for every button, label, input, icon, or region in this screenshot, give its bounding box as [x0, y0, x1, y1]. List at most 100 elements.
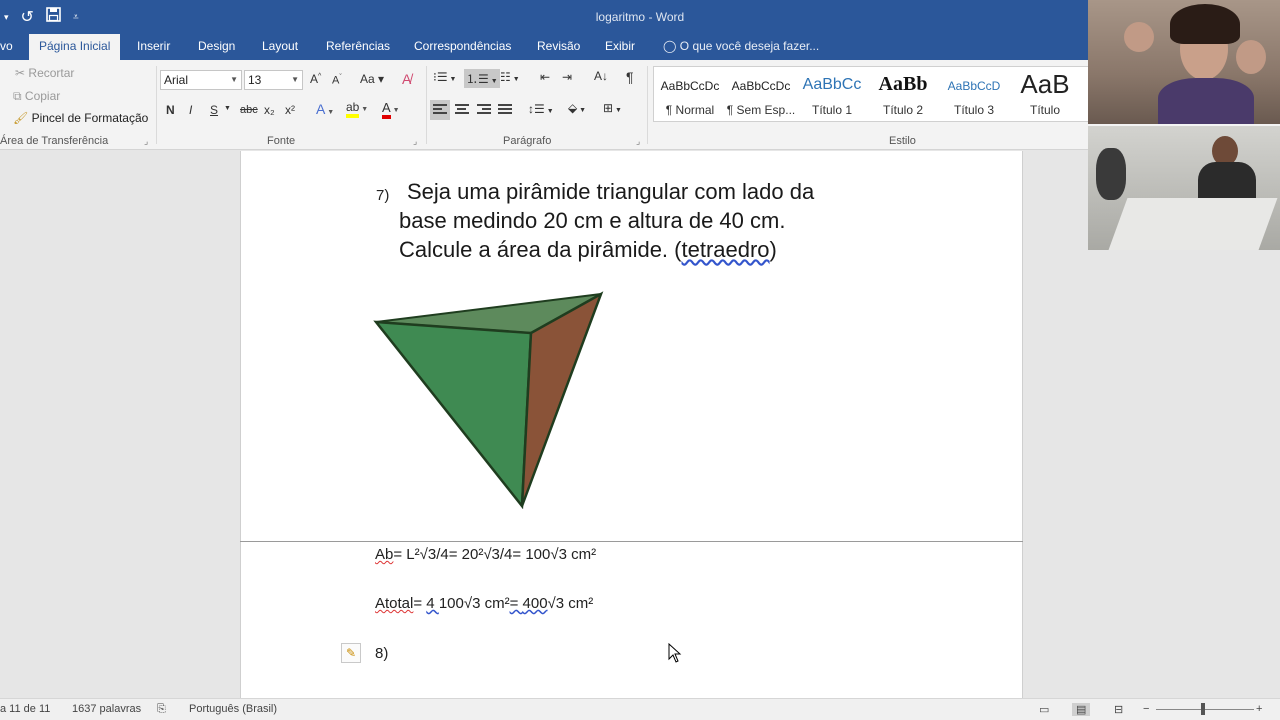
decrease-indent-icon[interactable]: ⇤: [540, 70, 550, 84]
tab-references[interactable]: Referências: [326, 34, 390, 60]
presenter-shirt: [1158, 78, 1254, 124]
line-spacing-icon[interactable]: ↕☰ ▼: [528, 102, 554, 116]
tab-insert[interactable]: Inserir: [137, 34, 170, 60]
read-mode-icon[interactable]: ▭: [1039, 703, 1049, 716]
tab-review[interactable]: Revisão: [537, 34, 580, 60]
underline-dropdown-icon[interactable]: ▼: [224, 105, 231, 112]
tab-layout[interactable]: Layout: [262, 34, 298, 60]
styles-group-label: Estilo: [889, 135, 916, 147]
tab-file[interactable]: vo: [0, 34, 13, 60]
borders-icon[interactable]: ⊞ ▼: [603, 101, 622, 115]
word-count[interactable]: 1637 palavras: [72, 703, 141, 715]
font-dialog-launcher-icon[interactable]: ⌟: [413, 136, 417, 147]
atotal-tail: √3 cm²: [547, 595, 594, 612]
align-right-icon[interactable]: [477, 104, 491, 116]
style-label: Título 1: [811, 103, 853, 117]
group-separator: [647, 66, 648, 144]
superscript-button[interactable]: x²: [285, 103, 295, 117]
mouse-cursor-icon: [668, 643, 682, 663]
bold-button[interactable]: N: [166, 103, 175, 117]
pilcrow-icon[interactable]: ¶: [626, 69, 634, 85]
document-page[interactable]: Ab= L²√3/4= 20²√3/4= 100√3 cm² Atotal= 4…: [240, 542, 1023, 702]
webcam-presenter: [1088, 0, 1280, 124]
sort-icon[interactable]: A↓: [594, 69, 608, 83]
underline-button[interactable]: S: [210, 103, 218, 117]
zoom-out-icon[interactable]: −: [1143, 703, 1149, 715]
font-size-value: 13: [248, 73, 262, 87]
style-label: Título 2: [882, 103, 924, 117]
paragraph-group-label: Parágrafo: [503, 135, 552, 147]
atotal-eq2: =: [509, 595, 523, 612]
style-preview: AaBbCcD: [947, 79, 1001, 93]
next-question-number: 8): [375, 645, 389, 662]
text-effects-icon[interactable]: A ▼: [316, 101, 334, 117]
tetrahedron-left-face: [373, 320, 533, 509]
format-painter-button[interactable]: 🖌 Pincel de Formatação: [13, 111, 148, 125]
tetraedro-word: tetraedro: [681, 237, 770, 262]
question-line-3: Calcule a área da pirâmide. (tetraedro): [399, 237, 777, 263]
style-preview: AaBbCcDc: [731, 79, 791, 93]
tab-home[interactable]: Página Inicial: [29, 34, 121, 61]
student-left: [1096, 148, 1126, 200]
font-size-select[interactable]: 13 ▼: [244, 70, 303, 90]
strikethrough-button[interactable]: abc: [240, 104, 258, 116]
cut-button[interactable]: ✂ Recortar: [15, 66, 74, 80]
clipboard-dialog-launcher-icon[interactable]: ⌟: [144, 136, 148, 147]
styles-gallery: AaBbCcDc ¶ Normal AaBbCcDc ¶ Sem Esp... …: [653, 66, 1093, 122]
style-normal[interactable]: AaBbCcDc ¶ Normal: [654, 67, 726, 123]
style-no-spacing[interactable]: AaBbCcDc ¶ Sem Esp...: [725, 67, 797, 123]
shading-icon[interactable]: ⬙ ▼: [568, 101, 586, 115]
zoom-slider-thumb[interactable]: [1201, 703, 1205, 715]
copy-label: Copiar: [24, 89, 61, 103]
print-layout-icon[interactable]: ▤: [1072, 703, 1091, 716]
paragraph-dialog-launcher-icon[interactable]: ⌟: [636, 136, 640, 147]
font-family-select[interactable]: Arial ▼: [160, 70, 242, 90]
tab-view[interactable]: Exibir: [605, 34, 635, 60]
web-layout-icon[interactable]: ⊟: [1114, 703, 1123, 716]
justify-icon[interactable]: [498, 104, 512, 116]
style-title[interactable]: AaB Título: [1009, 67, 1081, 123]
align-center-icon[interactable]: [455, 104, 469, 116]
tab-design[interactable]: Design: [198, 34, 235, 60]
italic-button[interactable]: I: [189, 103, 192, 117]
subscript-button[interactable]: x₂: [264, 103, 275, 117]
style-heading-1[interactable]: AaBbCc Título 1: [796, 67, 868, 123]
style-preview: AaB: [1020, 69, 1070, 99]
bullets-icon[interactable]: ⁝☰ ▼: [433, 70, 456, 84]
zoom-slider-track[interactable]: [1156, 709, 1254, 710]
tab-mailings[interactable]: Correspondências: [414, 34, 511, 60]
clear-formatting-icon[interactable]: A̸: [402, 71, 411, 87]
atotal-eq: =: [413, 595, 427, 612]
page-count[interactable]: a 11 de 11: [0, 703, 50, 715]
change-case-icon[interactable]: Aa ▾: [360, 72, 384, 86]
language-indicator[interactable]: Português (Brasil): [189, 703, 277, 715]
classroom-desk: [1108, 198, 1278, 250]
copy-button[interactable]: ⧉ Copiar: [13, 89, 60, 104]
presenter-hand-right: [1236, 40, 1266, 74]
multilevel-list-icon[interactable]: ☷ ▼: [500, 70, 520, 84]
align-left-button[interactable]: [430, 100, 450, 120]
cut-label: Recortar: [28, 66, 75, 80]
tell-me-box[interactable]: ◯ O que você deseja fazer...: [663, 34, 819, 60]
question-line-3-text: Calcule a área da pirâmide. (: [399, 237, 682, 262]
style-label: Título 3: [953, 103, 995, 117]
highlight-icon[interactable]: ab ▼: [346, 100, 368, 118]
style-heading-3[interactable]: AaBbCcD Título 3: [938, 67, 1010, 123]
group-separator: [426, 66, 427, 144]
proofing-icon[interactable]: ⎘: [157, 703, 166, 716]
zoom-in-icon[interactable]: +: [1256, 703, 1262, 715]
style-label: ¶ Normal: [665, 103, 715, 117]
grow-font-icon[interactable]: A^: [310, 72, 321, 86]
question-line-2: base medindo 20 cm e altura de 40 cm.: [399, 208, 786, 233]
increase-indent-icon[interactable]: ⇥: [562, 70, 572, 84]
style-heading-2[interactable]: AaBb Título 2: [867, 67, 939, 123]
tell-me-text: O que você deseja fazer...: [679, 39, 820, 53]
question-close-paren: ): [769, 237, 777, 262]
font-color-icon[interactable]: A ▼: [382, 100, 400, 119]
shrink-font-icon[interactable]: Aˇ: [332, 74, 342, 87]
atotal-result: 400: [522, 595, 548, 612]
paste-options-icon[interactable]: ✎: [341, 643, 361, 663]
numbering-icon[interactable]: ⒈☰ ▼: [464, 69, 500, 88]
document-page[interactable]: 7) Seja uma pirâmide triangular com lado…: [240, 151, 1023, 541]
paintbrush-icon: 🖌: [13, 111, 29, 125]
